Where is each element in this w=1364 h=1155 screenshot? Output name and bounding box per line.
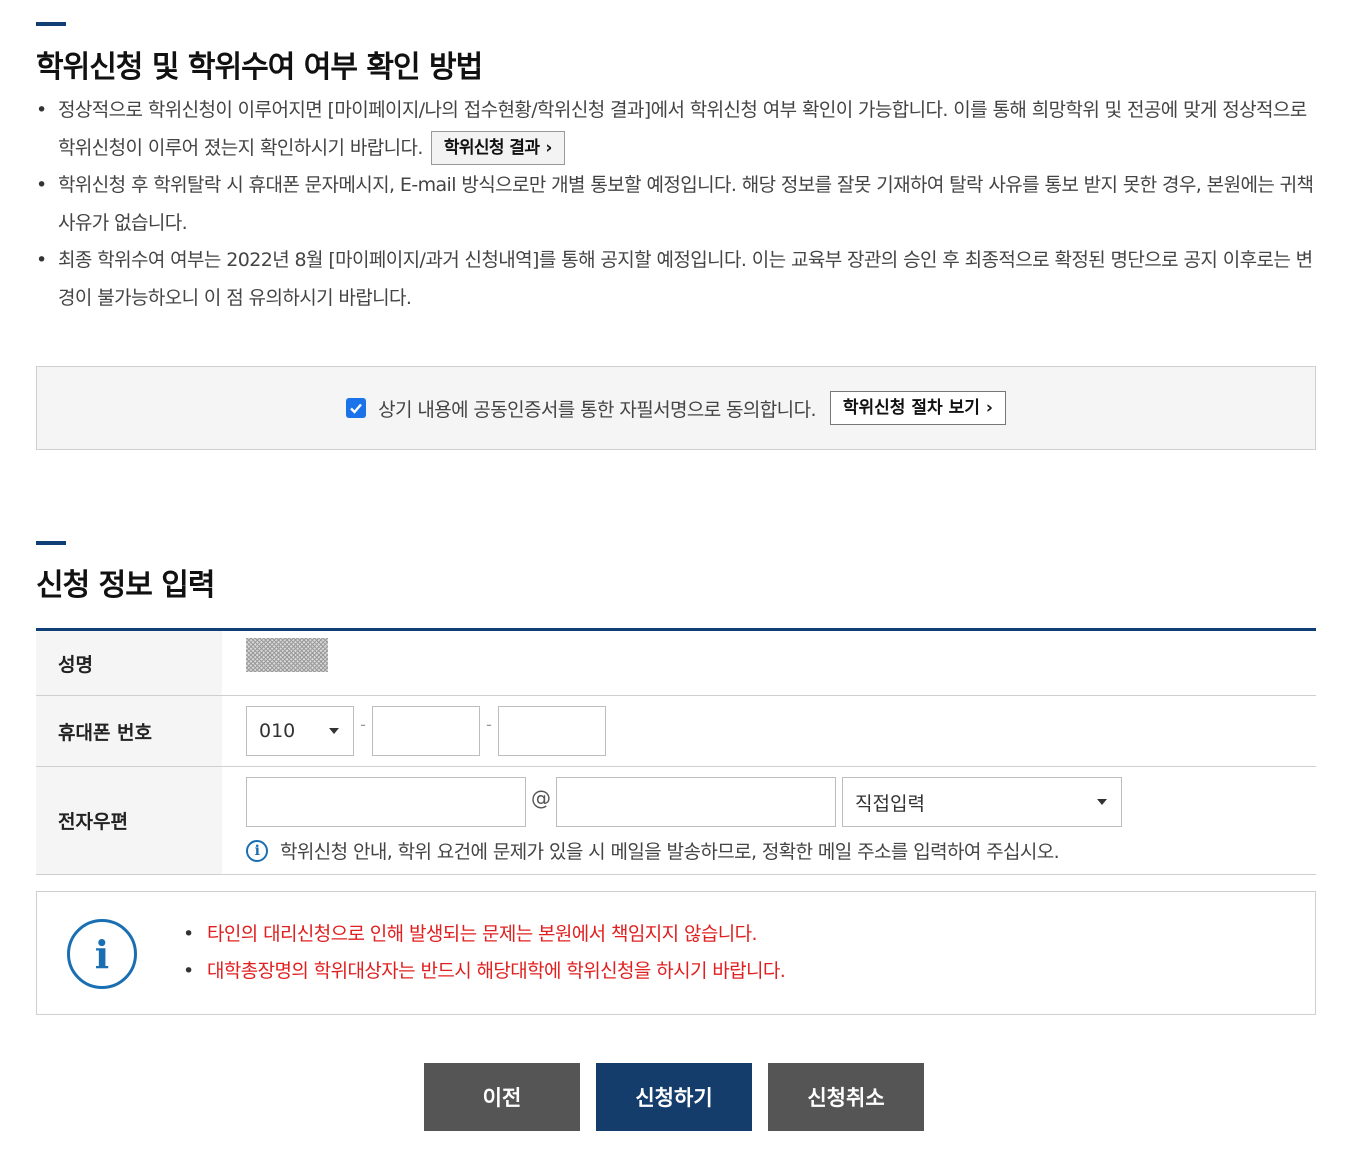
procedure-button[interactable]: 학위신청 절차 보기 › [829,391,1006,425]
agreement-checkbox[interactable] [346,398,367,418]
notice-list: 타인의 대리신청으로 인해 발생되는 문제는 본원에서 책임지지 않습니다. 대… [183,916,786,990]
prev-button[interactable]: 이전 [424,1063,580,1131]
caret-down-icon [329,728,339,734]
action-buttons: 이전 신청하기 신청취소 [0,1063,1364,1131]
phone-middle-input[interactable] [372,706,480,756]
section-title-application-info: 신청 정보 입력 [36,568,215,603]
form-row-phone: 휴대폰 번호 010 - - [36,696,1316,767]
info-icon: i [67,919,137,989]
application-form: 성명 휴대폰 번호 010 - - 전자우편 @ 직접입력 i 학위신청 안내,… [36,628,1316,875]
agreement-box: 상기 내용에 공동인증서를 통한 자필서명으로 동의합니다. 학위신청 절차 보… [36,366,1316,450]
result-button[interactable]: 학위신청 결과 › [430,131,565,165]
info-icon: i [246,839,268,862]
phone-label: 휴대폰 번호 [36,696,222,766]
check-icon [350,403,363,414]
section-accent-bar [36,541,66,545]
email-fields: @ 직접입력 [246,777,1122,827]
email-note: i 학위신청 안내, 학위 요건에 문제가 있을 시 메일을 발송하므로, 정확… [246,837,1060,864]
notice-item: 타인의 대리신청으로 인해 발생되는 문제는 본원에서 책임지지 않습니다. [183,916,785,953]
agreement-text: 상기 내용에 공동인증서를 통한 자필서명으로 동의합니다. [378,398,816,421]
email-domain-select[interactable]: 직접입력 [842,777,1122,827]
notice-box: i 타인의 대리신청으로 인해 발생되는 문제는 본원에서 책임지지 않습니다.… [36,891,1316,1015]
procedure-button-label: 학위신청 절차 보기 [842,398,980,418]
result-button-label: 학위신청 결과 [443,138,540,158]
email-at-sign: @ [531,786,551,810]
notice-item: 대학총장명의 학위대상자는 반드시 해당대학에 학위신청을 하시기 바랍니다. [183,953,786,990]
chevron-right-icon: › [545,138,552,158]
phone-prefix-value: 010 [259,720,296,742]
email-note-text: 학위신청 안내, 학위 요건에 문제가 있을 시 메일을 발송하므로, 정확한 … [280,841,1060,863]
email-cell: @ 직접입력 i 학위신청 안내, 학위 요건에 문제가 있을 시 메일을 발송… [222,767,1316,874]
form-row-email: 전자우편 @ 직접입력 i 학위신청 안내, 학위 요건에 문제가 있을 시 메… [36,767,1316,875]
phone-prefix-select[interactable]: 010 [246,706,354,756]
name-value-cell [222,631,1316,695]
caret-down-icon [1097,799,1107,805]
email-id-input[interactable] [246,777,526,827]
phone-separator: - [360,714,366,734]
phone-separator: - [486,714,492,734]
section-accent-bar [36,22,66,26]
form-row-name: 성명 [36,631,1316,696]
info-bullet-list: 정상적으로 학위신청이 이루어지면 [마이페이지/나의 접수현황/학위신청 결과… [36,92,1326,317]
cancel-button[interactable]: 신청취소 [768,1063,924,1131]
email-domain-select-value: 직접입력 [855,792,925,815]
phone-last-input[interactable] [498,706,606,756]
phone-fields: 010 - - [222,696,1316,766]
name-masked-value [246,638,328,672]
submit-button[interactable]: 신청하기 [596,1063,752,1131]
email-domain-input[interactable] [556,777,836,827]
info-bullet-1-text: 정상적으로 학위신청이 이루어지면 [마이페이지/나의 접수현황/학위신청 결과… [58,99,1307,159]
info-bullet-1: 정상적으로 학위신청이 이루어지면 [마이페이지/나의 접수현황/학위신청 결과… [36,92,1326,167]
name-label: 성명 [36,631,222,695]
email-label: 전자우편 [36,767,222,874]
section-title-confirm-method: 학위신청 및 학위수여 여부 확인 방법 [36,50,483,85]
info-bullet-2: 학위신청 후 학위탈락 시 휴대폰 문자메시지, E-mail 방식으로만 개별… [36,167,1326,242]
info-bullet-3: 최종 학위수여 여부는 2022년 8월 [마이페이지/과거 신청내역]를 통해… [36,242,1326,317]
chevron-right-icon: › [985,398,993,418]
